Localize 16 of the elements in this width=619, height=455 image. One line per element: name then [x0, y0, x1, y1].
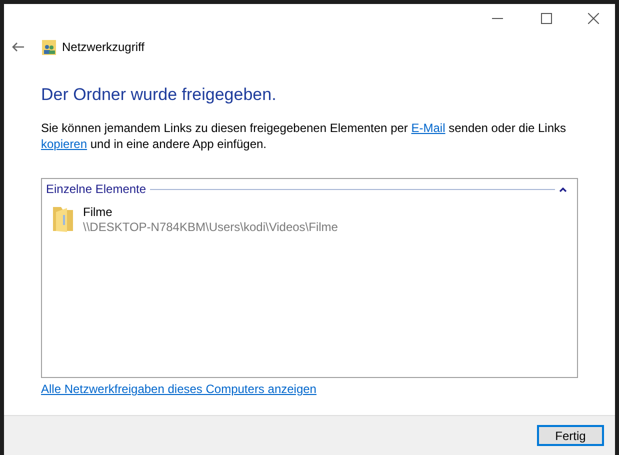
window-title: Netzwerkzugriff [62, 39, 144, 56]
close-icon[interactable] [588, 12, 599, 24]
folder-icon [51, 205, 75, 233]
back-icon[interactable] [12, 42, 24, 52]
finish-button[interactable]: Fertig [537, 425, 604, 446]
link[interactable]: E-Mail [411, 121, 446, 135]
folder-people-icon [42, 40, 56, 54]
collapse-icon[interactable] [559, 186, 567, 192]
group-title: Einzelne Elemente [46, 181, 146, 198]
item-path: \\DESKTOP-N784KBM\Users\kodi\Videos\Filme [83, 220, 338, 235]
heading: Der Ordner wurde freigegeben. [41, 84, 278, 106]
item-name[interactable]: Filme [83, 205, 338, 220]
maximize-icon[interactable] [541, 12, 552, 24]
link[interactable]: kopieren [41, 137, 88, 151]
shares-link[interactable]: Alle Netzwerkfreigaben dieses Computers anzeigen [41, 380, 316, 398]
description-text: Sie können jemandem Links zu diesen freigegebenen Elementen per E-Mail senden oder die Links kopieren und in eine andere App einfügen. [41, 120, 568, 152]
